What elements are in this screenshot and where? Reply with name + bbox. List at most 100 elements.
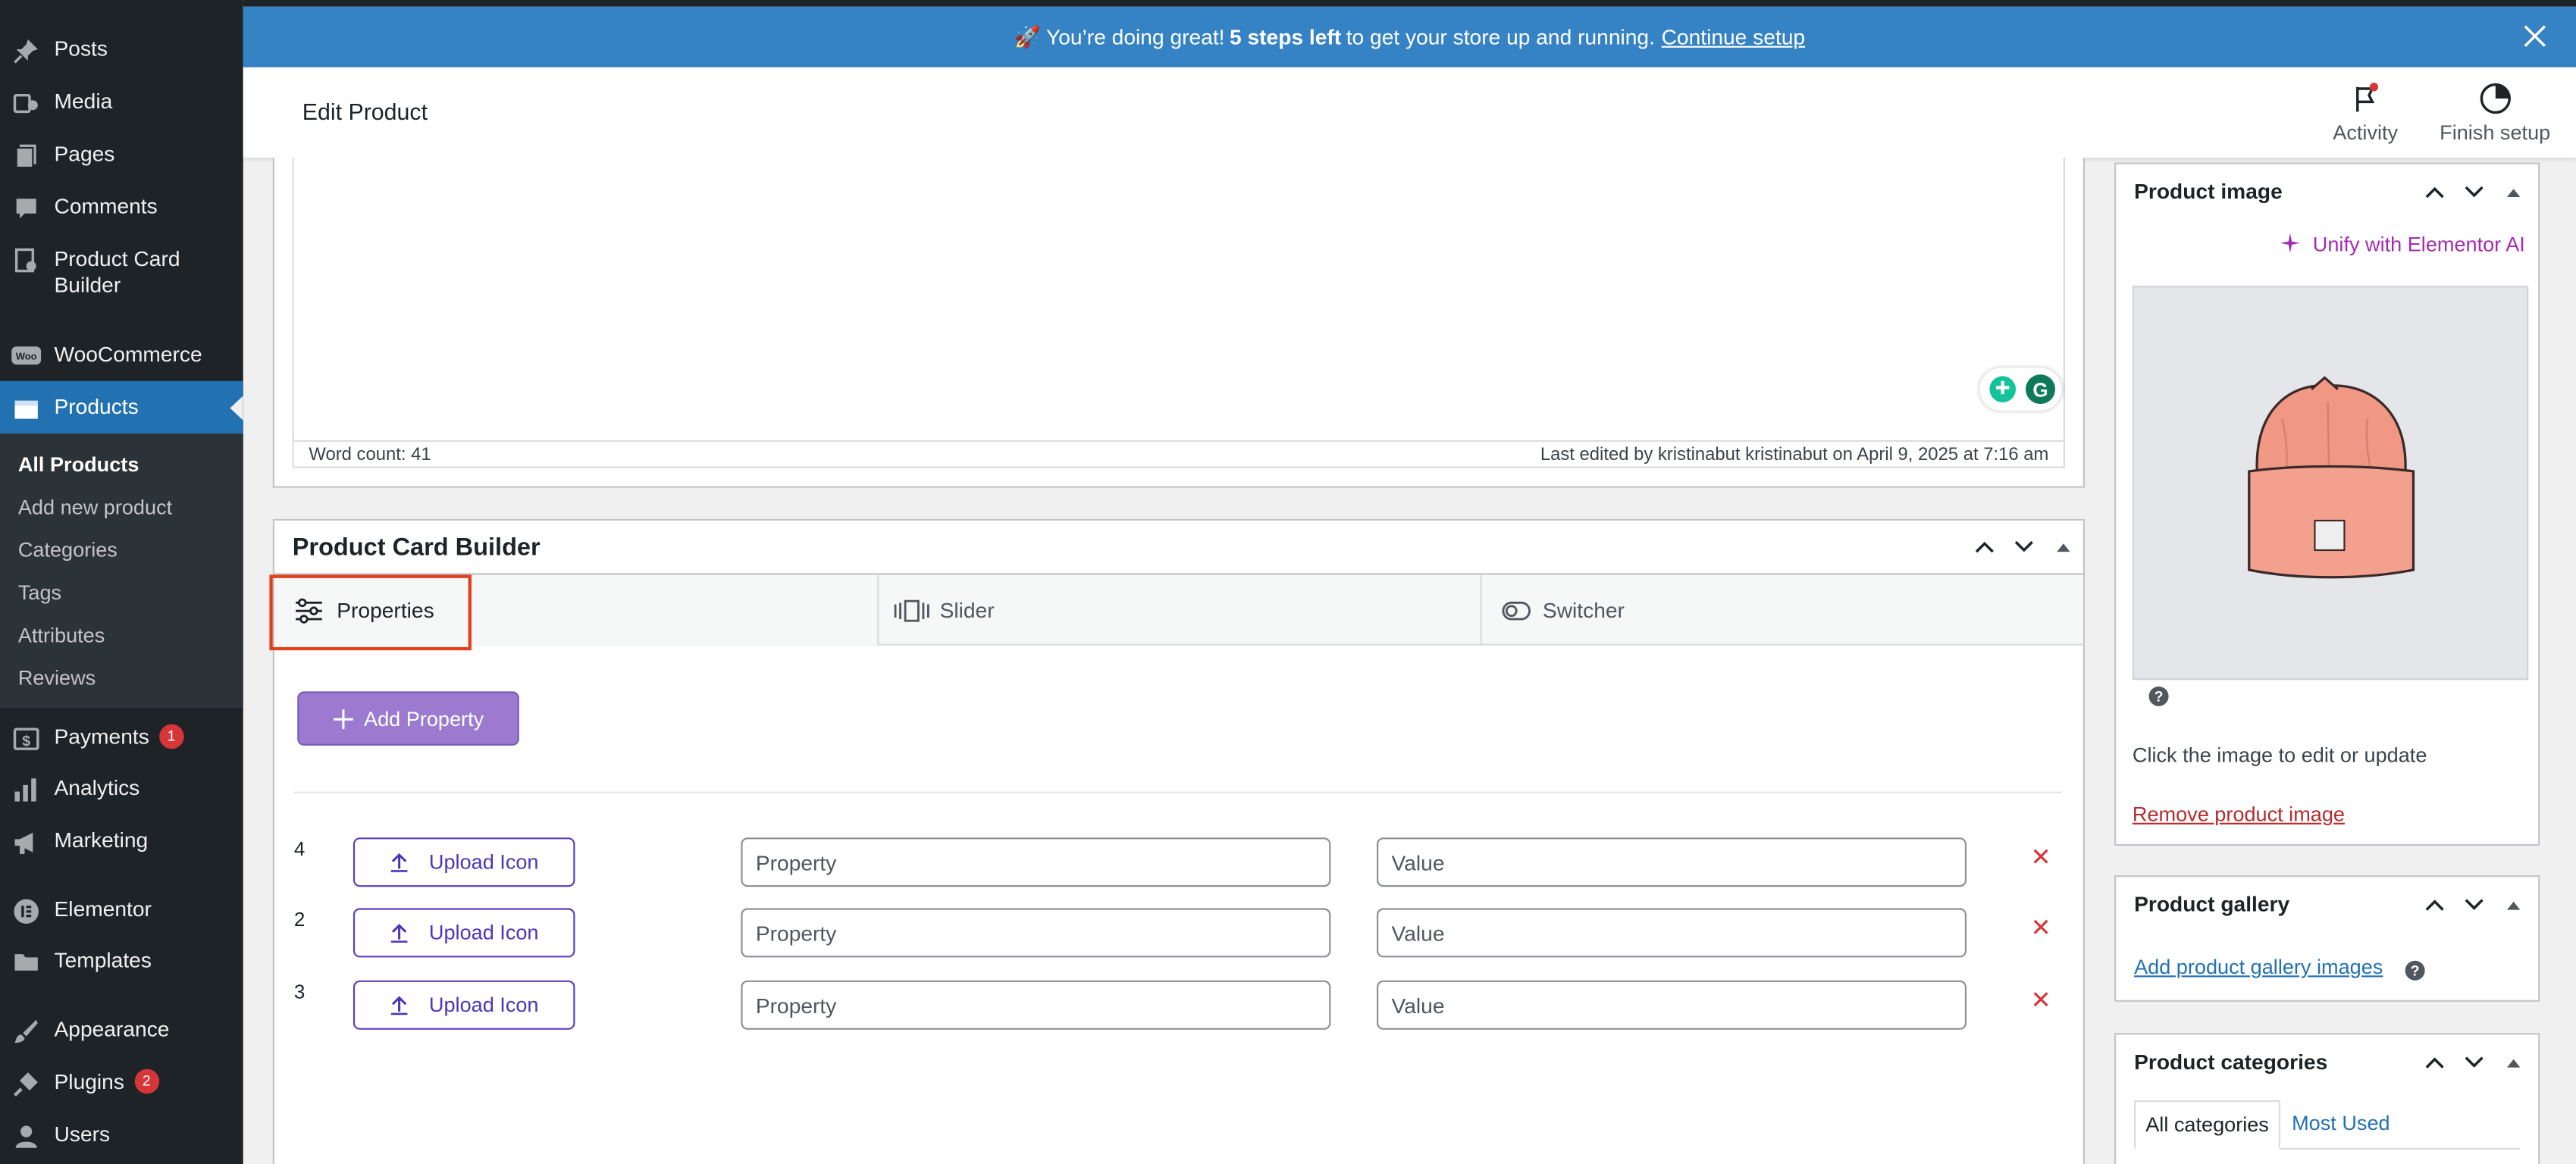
help-icon[interactable]: ? bbox=[2405, 960, 2425, 981]
property-input[interactable]: Property bbox=[741, 908, 1331, 958]
chevron-down-icon[interactable] bbox=[2462, 893, 2485, 916]
description-editor[interactable] bbox=[292, 158, 2066, 468]
pages-icon bbox=[11, 141, 41, 171]
add-property-button[interactable]: Add Property bbox=[297, 691, 519, 746]
sidebar-item-label: Templates bbox=[54, 947, 152, 972]
user-icon bbox=[11, 1122, 41, 1151]
toggle-panel-icon[interactable] bbox=[2502, 1051, 2524, 1074]
product-gallery-title: Product gallery bbox=[2134, 891, 2290, 917]
activity-label: Activity bbox=[2333, 121, 2399, 145]
submenu-tags[interactable]: Tags bbox=[18, 581, 61, 604]
sidebar-item-users[interactable]: Users bbox=[0, 1122, 243, 1151]
sidebar-item-pages[interactable]: Pages bbox=[0, 141, 243, 171]
product-gallery-box: Product gallery Add product gallery imag… bbox=[2114, 875, 2540, 1002]
tab-highlight-box bbox=[269, 574, 472, 651]
submenu-all-products[interactable]: All Products bbox=[18, 453, 139, 476]
sidebar-item-product-card-builder[interactable]: Product Card Builder bbox=[0, 246, 243, 299]
svg-text:G: G bbox=[2032, 378, 2048, 401]
payments-count-badge: 1 bbox=[158, 724, 184, 749]
sidebar-item-comments[interactable]: Comments bbox=[0, 194, 243, 224]
row-order-number: 4 bbox=[293, 837, 306, 861]
word-count: Word count: 41 bbox=[309, 445, 431, 465]
tab-switcher[interactable]: Switcher bbox=[1482, 574, 2083, 645]
sidebar-item-posts[interactable]: Posts bbox=[0, 36, 243, 66]
sidebar-item-products[interactable]: Products bbox=[0, 380, 243, 434]
unify-elementor-ai-button[interactable]: Unify with Elementor AI bbox=[2280, 233, 2525, 256]
upload-icon-button[interactable]: Upload Icon bbox=[353, 837, 575, 887]
sidebar-item-elementor[interactable]: Elementor bbox=[0, 896, 243, 926]
activity-button[interactable]: Activity bbox=[2333, 82, 2399, 145]
upload-icon-label: Upload Icon bbox=[428, 993, 539, 1017]
product-categories-title: Product categories bbox=[2134, 1049, 2328, 1075]
sidebar-item-label: Marketing bbox=[54, 828, 149, 853]
submenu-attributes[interactable]: Attributes bbox=[18, 624, 105, 646]
sidebar-item-plugins[interactable]: Plugins 2 bbox=[0, 1069, 243, 1099]
sidebar-item-label: Products bbox=[54, 394, 139, 419]
box-controls bbox=[1973, 535, 2075, 558]
plugin-icon bbox=[11, 1069, 41, 1099]
sidebar-item-analytics[interactable]: Analytics bbox=[0, 775, 243, 805]
grammarly-widget[interactable]: G bbox=[1979, 368, 2062, 411]
tab-most-used[interactable]: Most Used bbox=[2292, 1112, 2390, 1134]
box-controls bbox=[2423, 893, 2524, 916]
submenu-categories[interactable]: Categories bbox=[18, 539, 118, 562]
add-gallery-images-link[interactable]: Add product gallery images bbox=[2134, 956, 2383, 978]
chevron-down-icon[interactable] bbox=[2013, 535, 2035, 558]
chevron-down-icon[interactable] bbox=[2462, 1051, 2485, 1074]
page-title: Edit Product bbox=[302, 99, 428, 125]
row-order-number: 2 bbox=[293, 908, 306, 931]
tab-properties[interactable]: Properties bbox=[269, 574, 879, 651]
sidebar-item-payments[interactable]: $ Payments 1 bbox=[0, 724, 243, 754]
property-input[interactable]: Property bbox=[741, 837, 1331, 887]
chevron-up-icon[interactable] bbox=[2423, 1051, 2446, 1074]
value-input[interactable]: Value bbox=[1377, 837, 1967, 887]
megaphone-icon bbox=[11, 828, 41, 857]
finish-setup-button[interactable]: Finish setup bbox=[2440, 82, 2550, 145]
remove-product-image-link[interactable]: Remove product image bbox=[2133, 803, 2345, 826]
sparkle-icon bbox=[2280, 233, 2301, 253]
close-icon[interactable] bbox=[2524, 21, 2546, 56]
sidebar-item-appearance[interactable]: Appearance bbox=[0, 1016, 243, 1046]
upload-icon-button[interactable]: Upload Icon bbox=[353, 980, 575, 1030]
sidebar-item-label: Media bbox=[54, 89, 113, 114]
chevron-up-icon[interactable] bbox=[1973, 535, 1996, 558]
sidebar-item-media[interactable]: Media bbox=[0, 89, 243, 118]
products-icon bbox=[11, 394, 41, 424]
tab-all-categories[interactable]: All categories bbox=[2134, 1100, 2281, 1150]
chevron-up-icon[interactable] bbox=[2423, 180, 2446, 203]
tab-slider[interactable]: Slider bbox=[879, 574, 1482, 646]
toggle-icon bbox=[1502, 600, 1531, 620]
property-input[interactable]: Property bbox=[741, 980, 1331, 1030]
continue-setup-link[interactable]: Continue setup bbox=[1662, 25, 1806, 50]
value-input[interactable]: Value bbox=[1377, 980, 1967, 1030]
sidebar-item-woocommerce[interactable]: Woo WooCommerce bbox=[0, 342, 243, 371]
add-property-label: Add Property bbox=[364, 706, 484, 731]
products-submenu: All Products Add new product Categories … bbox=[0, 433, 243, 709]
product-image[interactable] bbox=[2132, 286, 2529, 681]
chevron-down-icon[interactable] bbox=[2462, 180, 2485, 203]
upload-arrow-icon bbox=[391, 924, 408, 943]
payments-icon: $ bbox=[11, 724, 41, 754]
upload-icon-label: Upload Icon bbox=[428, 921, 539, 945]
toggle-panel-icon[interactable] bbox=[2052, 535, 2075, 558]
upload-icon-label: Upload Icon bbox=[428, 850, 539, 874]
sidebar-item-label: Posts bbox=[54, 36, 108, 61]
chevron-up-icon[interactable] bbox=[2423, 893, 2446, 916]
delete-row-icon[interactable]: ✕ bbox=[2031, 913, 2051, 943]
upload-icon-button[interactable]: Upload Icon bbox=[353, 908, 575, 958]
toggle-panel-icon[interactable] bbox=[2502, 893, 2524, 916]
property-row: 2 Upload Icon Property Value ✕ bbox=[274, 908, 2083, 958]
sidebar-item-label: Pages bbox=[54, 141, 115, 166]
product-image-title: Product image bbox=[2134, 179, 2283, 204]
toggle-panel-icon[interactable] bbox=[2502, 180, 2524, 203]
value-input[interactable]: Value bbox=[1377, 908, 1967, 958]
delete-row-icon[interactable]: ✕ bbox=[2031, 985, 2051, 1015]
sidebar-item-marketing[interactable]: Marketing bbox=[0, 828, 243, 857]
submenu-add-new-product[interactable]: Add new product bbox=[18, 496, 172, 518]
box-controls bbox=[2423, 180, 2524, 203]
banner-prefix: 🚀 You’re doing great! bbox=[1014, 23, 1225, 48]
sidebar-item-templates[interactable]: Templates bbox=[0, 947, 243, 977]
delete-row-icon[interactable]: ✕ bbox=[2031, 843, 2051, 872]
help-icon[interactable]: ? bbox=[2148, 686, 2169, 706]
submenu-reviews[interactable]: Reviews bbox=[18, 667, 96, 690]
